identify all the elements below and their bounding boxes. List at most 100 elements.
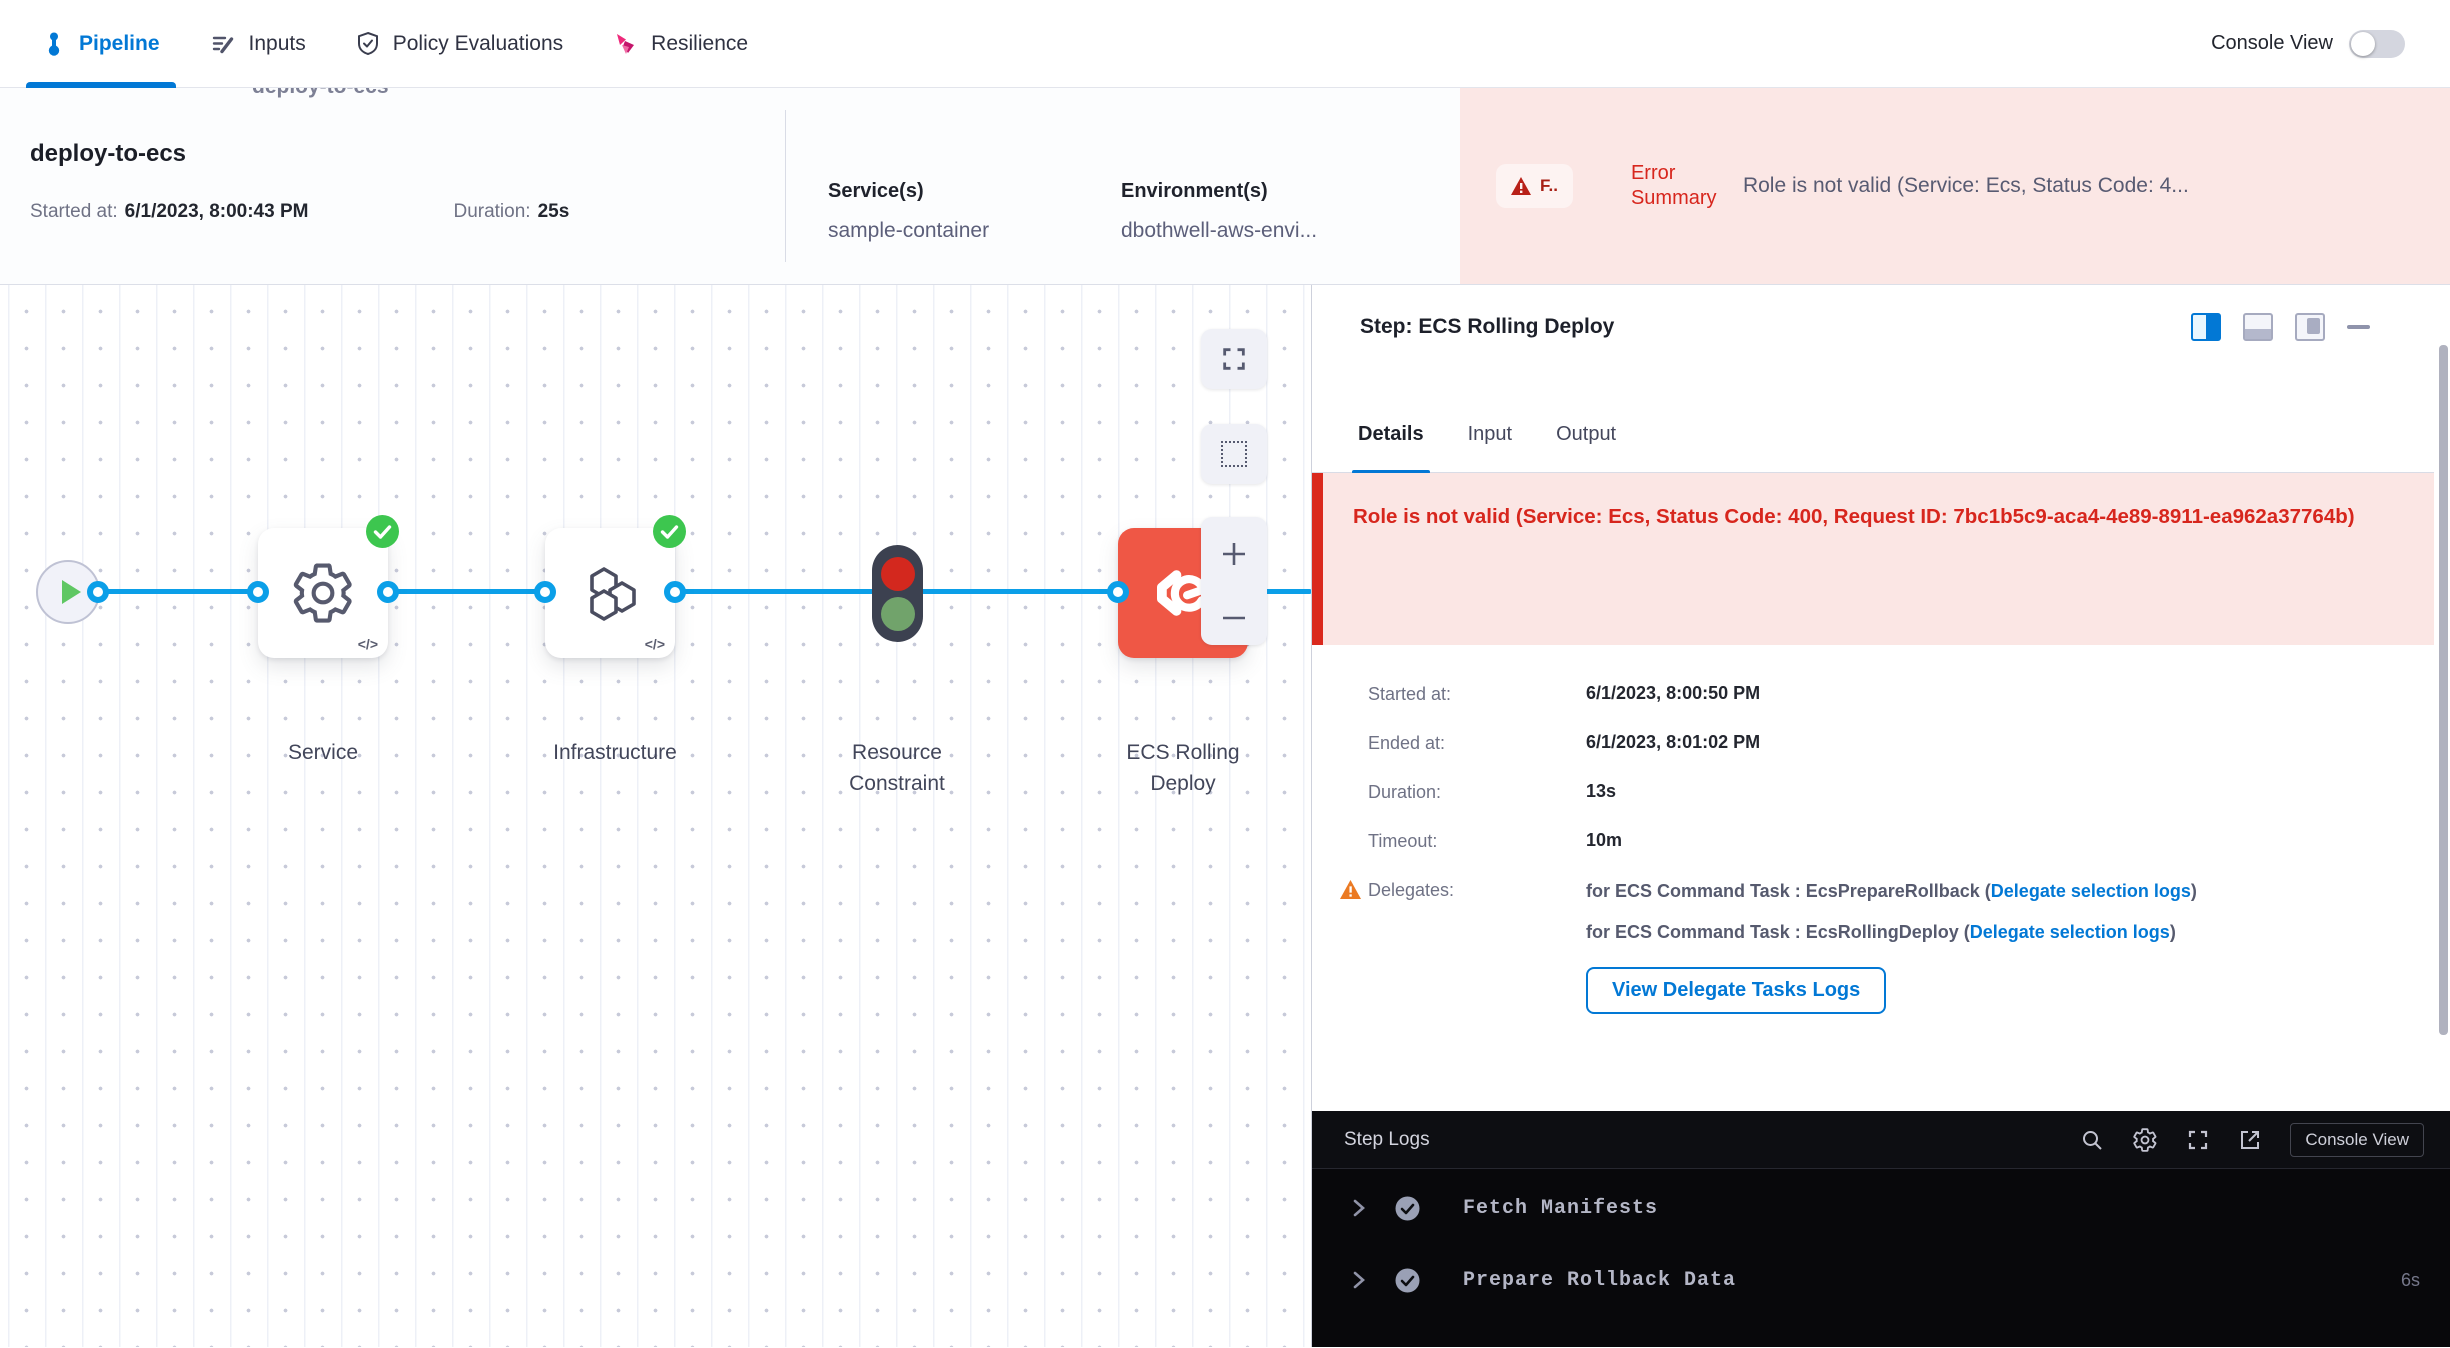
environments-label: Environment(s) [1121,180,1317,203]
check-circle-icon [1394,1195,1421,1222]
delegate-selection-logs-link[interactable]: Delegate selection logs [1970,922,2170,942]
detail-value: 6/1/2023, 8:01:02 PM [1586,732,1760,754]
fullscreen-icon[interactable] [2186,1128,2210,1152]
step-details-list: Started at: 6/1/2023, 8:00:50 PM Ended a… [1368,683,2390,1041]
layout-right-panel-button[interactable] [2191,313,2221,341]
step-tabs: Details Input Output [1312,397,2434,473]
execution-meta: Started at: 6/1/2023, 8:00:43 PM Duratio… [30,201,569,223]
console-view-toggle[interactable] [2349,30,2405,58]
detail-label: Started at: [1368,683,1586,705]
services-value[interactable]: sample-container [828,219,989,243]
environments-value[interactable]: dbothwell-aws-envi... [1121,219,1317,243]
tab-output[interactable]: Output [1556,397,1616,473]
toggle-knob [2351,32,2375,56]
tab-input[interactable]: Input [1468,397,1512,473]
traffic-red-light [881,557,915,591]
traffic-green-light [881,597,915,631]
node-label-infrastructure: Infrastructure [535,737,695,768]
edge [98,589,260,594]
divider [785,110,786,262]
port [247,581,269,603]
play-icon [62,580,81,604]
log-row[interactable]: Prepare Rollback Data 6s [1312,1247,2450,1313]
tab-label: Inputs [249,32,306,56]
success-check-badge [653,515,686,548]
app-root: Pipeline Inputs Policy Evaluations [0,0,2450,1348]
node-label-service: Service [253,737,393,768]
detail-row-delegates: Delegates: for ECS Command Task : EcsPre… [1368,879,2390,1014]
detail-label: Delegates: [1368,879,1586,1014]
layout-floating-panel-button[interactable] [2295,313,2325,341]
duration-value: 25s [538,201,570,223]
gear-icon[interactable] [2132,1127,2158,1153]
layout-bottom-panel-button[interactable] [2243,313,2273,341]
warning-triangle-icon [1340,880,1361,899]
console-view-label: Console View [2211,32,2333,55]
node-label-resource-constraint: Resource Constraint [827,737,967,799]
started-at-label: Started at: [30,201,118,223]
node-resource-constraint[interactable] [872,545,923,642]
canvas-zoom-controls [1201,517,1267,645]
port [87,581,109,603]
services-label: Service(s) [828,180,989,203]
top-nav: Pipeline Inputs Policy Evaluations [0,0,2450,88]
success-check-badge [366,515,399,548]
pipeline-icon [42,31,66,57]
error-banner-text: Role is not valid (Service: Ecs, Status … [1323,473,2395,645]
check-circle-icon [1394,1267,1421,1294]
step-error-banner: Role is not valid (Service: Ecs, Status … [1312,473,2434,645]
detail-value: 6/1/2023, 8:00:50 PM [1586,683,1760,705]
log-row[interactable]: Fetch Manifests [1312,1175,2450,1241]
edge [390,589,547,594]
resilience-icon [613,31,638,57]
marquee-icon [1221,441,1247,467]
port [534,581,556,603]
view-delegate-tasks-logs-button[interactable]: View Delegate Tasks Logs [1586,967,1886,1014]
main-area: </> </> [0,285,2450,1347]
tab-label: Resilience [651,32,748,56]
detail-value: 13s [1586,781,1616,803]
log-section-label: Prepare Rollback Data [1463,1269,1736,1292]
hexagons-icon [578,561,642,625]
open-in-new-icon[interactable] [2238,1128,2262,1152]
search-icon[interactable] [2080,1128,2104,1152]
delegate-selection-logs-link[interactable]: Delegate selection logs [1991,881,2191,901]
tab-pipeline[interactable]: Pipeline [42,0,160,88]
node-infrastructure[interactable]: </> [545,528,675,658]
tab-inputs[interactable]: Inputs [210,0,306,88]
zoom-in-button[interactable] [1219,539,1249,569]
detail-row-ended: Ended at: 6/1/2023, 8:01:02 PM [1368,732,2390,754]
port [1107,581,1129,603]
canvas-select-button[interactable] [1201,424,1267,484]
inputs-icon [210,32,236,56]
gear-icon [290,560,356,626]
error-banner-bar [1312,473,1323,645]
step-logs-title: Step Logs [1344,1129,1430,1151]
detail-row-started: Started at: 6/1/2023, 8:00:50 PM [1368,683,2390,705]
minimize-panel-button[interactable] [2347,325,2370,329]
tab-resilience[interactable]: Resilience [613,0,748,88]
edge [677,589,874,594]
delegate-entry: for ECS Command Task : EcsRollingDeploy … [1586,920,2197,945]
pipeline-name: deploy-to-ecs [30,140,569,168]
services-block: Service(s) sample-container [828,180,989,243]
failed-status-text: F.. [1540,176,1558,196]
logs-console-view-button[interactable]: Console View [2290,1123,2424,1157]
chevron-right-icon[interactable] [1352,1270,1366,1290]
pipeline-canvas[interactable]: </> </> [0,285,1312,1347]
port [664,581,686,603]
code-glyph: </> [645,636,665,652]
canvas-fullscreen-button[interactable] [1201,329,1267,389]
panel-scrollbar[interactable] [2439,345,2448,1035]
log-section-duration: 6s [2401,1270,2420,1291]
tab-policy-evaluations[interactable]: Policy Evaluations [356,0,563,88]
error-summary-label: Error Summary [1631,161,1743,211]
execution-summary: deploy-to-ecs Started at: 6/1/2023, 8:00… [30,140,569,223]
shield-check-icon [356,31,380,57]
panel-layout-controls [2191,313,2370,341]
zoom-out-button[interactable] [1219,612,1249,624]
tab-details[interactable]: Details [1358,397,1424,473]
chevron-right-icon[interactable] [1352,1198,1366,1218]
node-service[interactable]: </> [258,528,388,658]
detail-label: Timeout: [1368,830,1586,852]
